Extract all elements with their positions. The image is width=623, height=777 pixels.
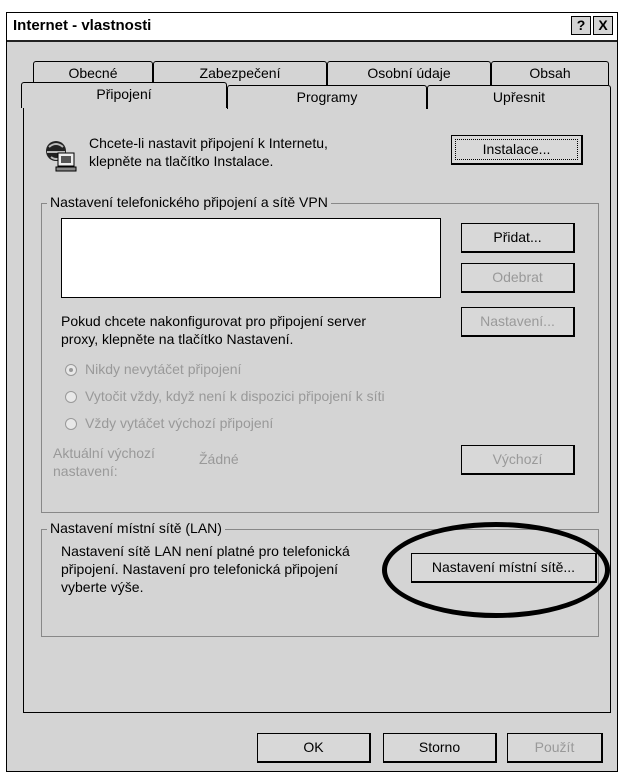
radio-never-dial-label: Nikdy nevytáčet připojení	[85, 361, 242, 377]
radio-always-dial[interactable]	[65, 418, 77, 430]
current-default-value: Žádné	[199, 451, 239, 467]
radio-dial-when-no-network[interactable]	[65, 391, 77, 403]
setup-text-line2: klepněte na tlačítko Instalace.	[89, 153, 274, 169]
internet-options-dialog: Internet - vlastnosti ? X Obecné Zabezpe…	[6, 12, 618, 772]
current-default-label-line1: Aktuální výchozí	[53, 445, 155, 461]
title-bar: Internet - vlastnosti ? X	[7, 13, 617, 42]
internet-connection-icon	[46, 141, 77, 172]
lan-text-line3: vyberte výše.	[61, 579, 144, 595]
remove-button[interactable]: Odebrat	[461, 263, 575, 293]
radio-never-dial[interactable]	[65, 364, 77, 376]
default-button[interactable]: Výchozí	[461, 445, 575, 475]
settings-button[interactable]: Nastavení...	[461, 307, 575, 337]
lan-text-line1: Nastavení sítě LAN není platné pro telef…	[61, 543, 350, 559]
ok-button[interactable]: OK	[257, 733, 371, 763]
tab-content[interactable]: Obsah	[491, 61, 609, 85]
tab-connections[interactable]: Připojení	[21, 82, 227, 108]
lan-group-label: Nastavení místní sítě (LAN)	[47, 520, 225, 536]
lan-settings-button[interactable]: Nastavení místní sítě...	[411, 553, 597, 583]
radio-always-dial-label: Vždy vytáčet výchozí připojení	[85, 415, 274, 431]
tab-privacy[interactable]: Osobní údaje	[327, 61, 491, 85]
connections-list[interactable]	[61, 218, 441, 298]
current-default-label-line2: nastavení:	[53, 463, 118, 479]
install-button[interactable]: Instalace...	[451, 135, 583, 165]
radio-dial-when-no-network-label: Vytočit vždy, když není k dispozici přip…	[85, 388, 385, 404]
tab-programs[interactable]: Programy	[227, 85, 427, 109]
window-title: Internet - vlastnosti	[13, 17, 152, 34]
close-button[interactable]: X	[593, 16, 613, 35]
lan-text-line2: připojení. Nastavení pro telefonická při…	[61, 561, 339, 577]
proxy-text-line2: proxy, klepněte na tlačítko Nastavení.	[61, 331, 294, 347]
dialup-group-label: Nastavení telefonického připojení a sítě…	[47, 194, 331, 210]
proxy-text-line1: Pokud chcete nakonfigurovat pro připojen…	[61, 313, 367, 329]
help-button[interactable]: ?	[571, 16, 591, 35]
cancel-button[interactable]: Storno	[383, 733, 497, 763]
add-button[interactable]: Přidat...	[461, 223, 575, 253]
install-button-label: Instalace...	[482, 141, 551, 157]
tab-advanced[interactable]: Upřesnit	[427, 85, 611, 109]
setup-text-line1: Chcete-li nastavit připojení k Internetu…	[89, 135, 328, 151]
apply-button[interactable]: Použít	[507, 733, 603, 763]
